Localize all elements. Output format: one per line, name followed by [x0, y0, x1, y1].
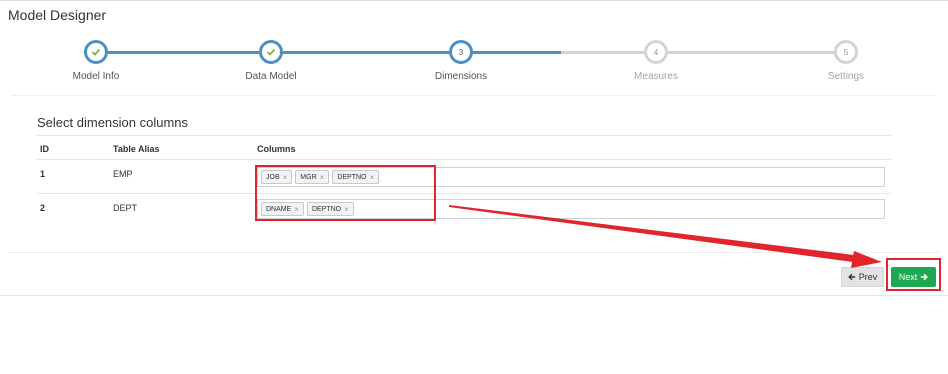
arrow-shaft — [449, 205, 862, 263]
arrow-head — [851, 251, 882, 268]
annotation-arrow — [449, 205, 882, 268]
